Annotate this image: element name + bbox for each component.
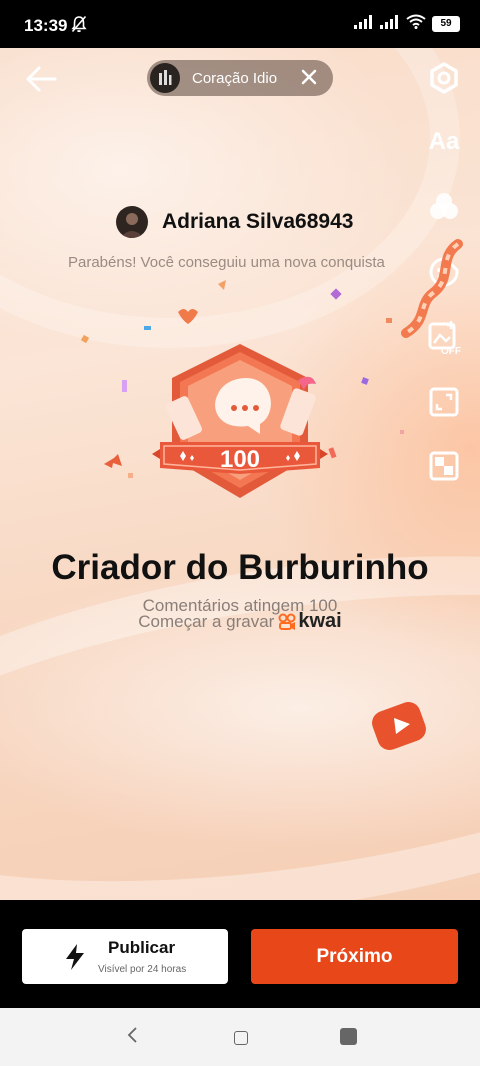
publish-sublabel: Visível por 24 horas [98,964,187,975]
music-cover-icon [150,63,180,93]
signal-icon [354,14,374,34]
settings-button[interactable] [426,60,462,96]
record-cta-label: Começar a gravar [138,611,275,631]
muted-bell-icon [71,15,87,38]
badge-title: Criador do Burburinho [51,548,429,587]
status-time: 13:39 [24,16,68,35]
signal-icon [380,14,400,34]
achievement-badge: 100 [152,344,328,498]
user-name: Adriana Silva68943 [162,210,354,233]
kwai-icon [278,613,296,630]
music-title: Coração Idio [192,69,278,87]
next-button[interactable]: Próximo [251,929,458,984]
record-cta[interactable]: Começar a gravar kwai [0,610,480,633]
close-icon[interactable] [299,67,319,92]
kwai-brand: kwai [298,610,342,632]
lightning-icon [64,943,86,976]
avatar[interactable] [116,206,148,238]
publish-label: Publicar [108,938,176,957]
bottom-action-bar: Publicar Visível por 24 horas Próximo [0,900,480,1008]
kwai-logo: kwai [278,610,342,633]
system-nav-bar [0,1008,480,1066]
user-info: Adriana Silva68943 [116,206,353,238]
publish-button[interactable]: Publicar Visível por 24 horas [22,929,228,984]
wifi-icon [406,14,426,34]
nav-home-icon[interactable] [234,1031,248,1045]
nav-back-icon[interactable] [126,1026,140,1049]
play-decoration-icon [372,702,426,750]
badge-number: 100 [220,446,260,473]
text-tool-button[interactable]: Aa [426,124,462,160]
back-button[interactable] [24,64,58,94]
nav-recents-icon[interactable] [340,1028,357,1045]
filter-tool-button[interactable] [426,188,462,224]
achievement-canvas: Coração Idio Aa OFF Adriana Silva68943 P… [0,48,480,900]
battery-indicator: 59 [432,16,460,32]
status-bar: 13:39 59 [0,0,480,48]
music-chip[interactable]: Coração Idio [147,60,333,96]
